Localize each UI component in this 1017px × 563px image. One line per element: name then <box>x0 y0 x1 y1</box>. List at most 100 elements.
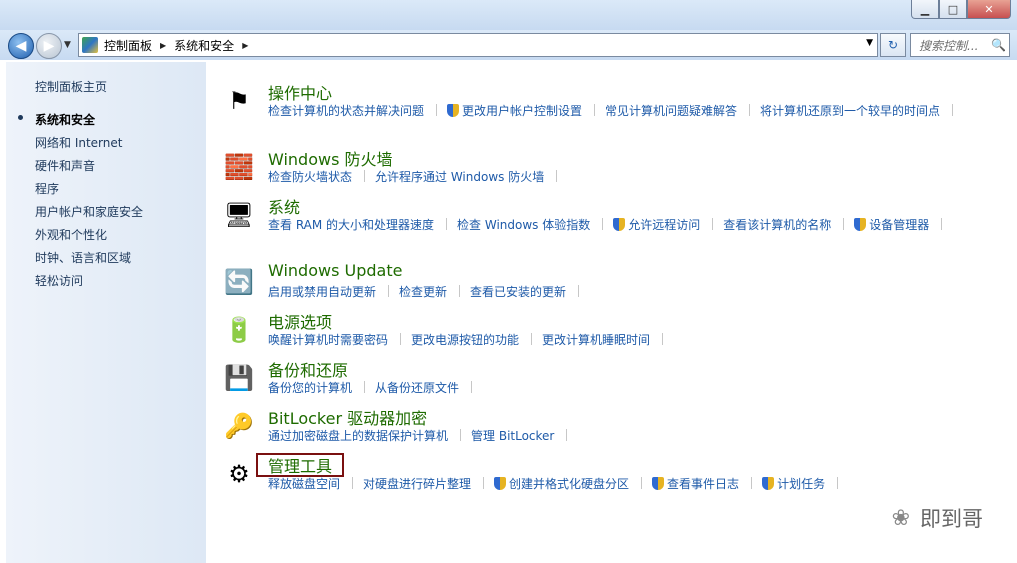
task-link[interactable]: 启用或禁用自动更新 <box>268 283 376 302</box>
task-link-label: 创建并格式化硬盘分区 <box>509 477 630 491</box>
category-title[interactable]: 备份和还原 <box>268 357 348 381</box>
task-link[interactable]: 备份您的计算机 <box>268 379 352 398</box>
task-link[interactable]: 查看 RAM 的大小和处理器速度 <box>268 216 434 235</box>
link-divider <box>400 333 402 345</box>
task-link[interactable]: 更改用户帐户控制设置 <box>447 102 582 121</box>
close-button[interactable]: ✕ <box>967 0 1011 19</box>
sidebar-item-network[interactable]: 网络和 Internet <box>35 134 122 151</box>
task-link[interactable]: 更改计算机睡眠时间 <box>542 331 650 350</box>
task-link-label: 从备份还原文件 <box>375 381 460 395</box>
task-link-label: 计划任务 <box>777 477 826 491</box>
uac-shield-icon <box>652 477 665 490</box>
address-bar[interactable]: 控制面板 ▶ 系统和安全 ▶ ▼ <box>78 33 878 57</box>
task-link-label: 检查更新 <box>399 285 448 299</box>
task-link[interactable]: 更改电源按钮的功能 <box>411 331 519 350</box>
title-bar: ▁ □ ✕ <box>0 0 1017 30</box>
task-link[interactable]: 从备份还原文件 <box>375 379 459 398</box>
task-link-label: 查看 RAM 的大小和处理器速度 <box>268 218 435 232</box>
back-button[interactable]: ◀ <box>8 33 34 59</box>
sidebar-item-home[interactable]: 控制面板主页 <box>35 78 107 95</box>
recent-pages-dropdown-icon[interactable]: ▼ <box>64 40 71 50</box>
navigation-bar: ◀ ▶ ▼ 控制面板 ▶ 系统和安全 ▶ ▼ ↻ 搜索控制... 🔍 <box>0 30 1017 60</box>
task-link[interactable]: 允许程序通过 Windows 防火墙 <box>375 168 544 187</box>
search-input[interactable]: 搜索控制... <box>911 37 991 54</box>
task-link[interactable]: 检查计算机的状态并解决问题 <box>268 102 424 121</box>
category-icon[interactable]: 🔋 <box>222 313 256 347</box>
sidebar-item-hardware[interactable]: 硬件和声音 <box>35 157 95 174</box>
task-link[interactable]: 查看已安装的更新 <box>470 283 566 302</box>
refresh-button[interactable]: ↻ <box>880 33 906 57</box>
link-divider <box>471 381 473 393</box>
task-link[interactable]: 唤醒计算机时需要密码 <box>268 331 388 350</box>
task-link[interactable]: 检查防火墙状态 <box>268 168 352 187</box>
task-link[interactable]: 释放磁盘空间 <box>268 475 340 494</box>
task-link[interactable]: 通过加密磁盘上的数据保护计算机 <box>268 427 448 446</box>
link-divider <box>837 477 839 489</box>
address-dropdown-icon[interactable]: ▼ <box>866 38 873 48</box>
task-link[interactable]: 允许远程访问 <box>613 216 700 235</box>
task-link-label: 查看已安装的更新 <box>470 285 567 299</box>
category-icon[interactable]: 💾 <box>222 361 256 395</box>
category-6: 🔑 BitLocker 驱动器加密 通过加密磁盘上的数据保护计算机 管理 BitLoc… <box>206 407 1017 455</box>
search-icon[interactable]: 🔍 <box>991 38 1006 52</box>
task-link[interactable]: 计划任务 <box>762 475 825 494</box>
task-link-label: 唤醒计算机时需要密码 <box>268 333 389 347</box>
category-icon[interactable]: ⚑ <box>222 84 256 118</box>
category-title[interactable]: Windows 防火墙 <box>268 146 393 170</box>
link-divider <box>662 333 664 345</box>
category-title[interactable]: 系统 <box>268 194 300 218</box>
category-title[interactable]: Windows Update <box>268 261 402 280</box>
task-link-label: 对硬盘进行碎片整理 <box>363 477 472 491</box>
category-links: 检查计算机的状态并解决问题 更改用户帐户控制设置 常见计算机问题疑难解答 将计算机还原… <box>268 102 988 121</box>
task-link[interactable]: 查看事件日志 <box>652 475 739 494</box>
breadcrumb-system-security[interactable]: 系统和安全 <box>174 37 234 54</box>
minimize-button[interactable]: ▁ <box>911 0 939 19</box>
sidebar-item-system-security[interactable]: 系统和安全 <box>35 111 95 128</box>
forward-button[interactable]: ▶ <box>36 33 62 59</box>
link-divider <box>364 381 366 393</box>
link-divider <box>388 285 390 297</box>
sidebar-item-ease-of-access[interactable]: 轻松访问 <box>35 272 83 289</box>
category-links: 查看 RAM 的大小和处理器速度 检查 Windows 体验指数 允许远程访问 查看该… <box>268 216 988 235</box>
category-title[interactable]: 操作中心 <box>268 80 332 104</box>
category-icon[interactable]: 🧱 <box>222 150 256 184</box>
link-divider <box>602 218 604 230</box>
task-link-label: 通过加密磁盘上的数据保护计算机 <box>268 429 449 443</box>
breadcrumb-control-panel[interactable]: 控制面板 <box>104 37 152 54</box>
task-link[interactable]: 设备管理器 <box>854 216 929 235</box>
task-link[interactable]: 将计算机还原到一个较早的时间点 <box>760 102 940 121</box>
category-title[interactable]: BitLocker 驱动器加密 <box>268 405 427 429</box>
task-link[interactable]: 对硬盘进行碎片整理 <box>363 475 471 494</box>
category-icon[interactable]: 🔑 <box>222 409 256 443</box>
sidebar-item-appearance[interactable]: 外观和个性化 <box>35 226 107 243</box>
active-bullet <box>18 115 23 120</box>
category-1: 🧱 Windows 防火墙 检查防火墙状态 允许程序通过 Windows 防火墙 <box>206 148 1017 196</box>
link-divider <box>483 477 485 489</box>
sidebar-item-user-accounts[interactable]: 用户帐户和家庭安全 <box>35 203 143 220</box>
category-title[interactable]: 电源选项 <box>268 309 332 333</box>
link-divider <box>712 218 714 230</box>
breadcrumb-separator-icon[interactable]: ▶ <box>160 41 166 50</box>
category-icon[interactable]: 🔄 <box>222 265 256 299</box>
task-link[interactable]: 创建并格式化硬盘分区 <box>494 475 629 494</box>
link-divider <box>352 477 354 489</box>
link-divider <box>566 429 568 441</box>
sidebar-item-clock-region[interactable]: 时钟、语言和区域 <box>35 249 131 266</box>
task-link[interactable]: 检查更新 <box>399 283 447 302</box>
task-link-label: 检查计算机的状态并解决问题 <box>268 104 425 118</box>
category-icon[interactable]: ⚙ <box>222 457 256 491</box>
sidebar-item-programs[interactable]: 程序 <box>35 180 59 197</box>
task-link[interactable]: 检查 Windows 体验指数 <box>457 216 590 235</box>
task-link-label: 更改计算机睡眠时间 <box>542 333 651 347</box>
breadcrumb-separator-icon[interactable]: ▶ <box>242 41 248 50</box>
search-box[interactable]: 搜索控制... 🔍 <box>910 33 1010 57</box>
link-divider <box>751 477 753 489</box>
task-link[interactable]: 常见计算机问题疑难解答 <box>605 102 737 121</box>
link-divider <box>556 170 558 182</box>
link-divider <box>446 218 448 230</box>
category-icon[interactable]: 🖥 <box>222 198 256 232</box>
task-link[interactable]: 查看该计算机的名称 <box>723 216 831 235</box>
maximize-button[interactable]: □ <box>939 0 967 19</box>
task-link[interactable]: 管理 BitLocker <box>471 427 554 446</box>
task-link-label: 备份您的计算机 <box>268 381 353 395</box>
